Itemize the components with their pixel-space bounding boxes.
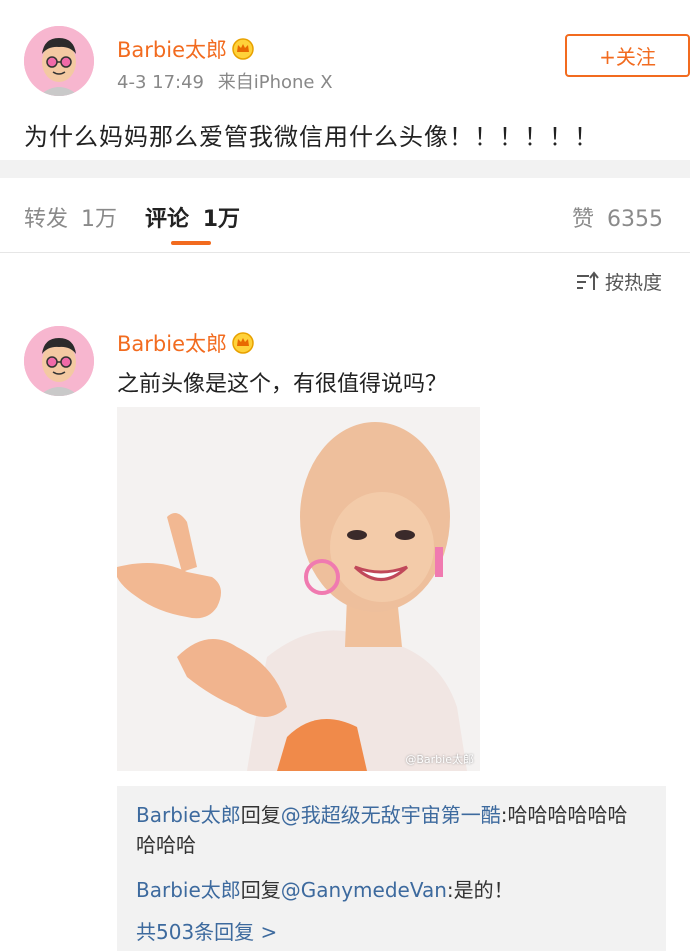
comment-author-name[interactable]: Barbie太郎 <box>117 328 254 358</box>
sort-by-hot-button[interactable]: 按热度 <box>575 268 662 295</box>
comment-text: 之前头像是这个，有很值得说吗？ <box>117 372 448 397</box>
post-author-name-text[interactable]: Barbie太郎 <box>117 38 227 62</box>
tab-comments-count: 1万 <box>202 207 240 232</box>
vip-crown-icon <box>232 38 254 60</box>
post-body-text: 为什么妈妈那么爱管我微信用什么头像！！！！！！ <box>24 123 599 151</box>
sort-icon <box>577 270 599 290</box>
reply-mention-link[interactable]: @GanymedeVan <box>281 878 447 902</box>
tab-reposts-count: 1万 <box>81 207 118 232</box>
post-author-avatar[interactable] <box>24 26 94 96</box>
view-all-replies-link[interactable]: 共503条回复 > <box>136 916 277 945</box>
post-author-name[interactable]: Barbie太郎 <box>117 34 254 64</box>
photo-bald-woman-pointing-image <box>117 407 480 771</box>
reply-mention-link[interactable]: @我超级无敌宇宙第一酷 <box>281 803 501 827</box>
active-tab-indicator <box>171 241 211 245</box>
sort-label: 按热度 <box>605 272 663 294</box>
tab-likes[interactable]: 赞 6355 <box>572 201 663 233</box>
tab-likes-count: 6355 <box>607 207 664 232</box>
image-watermark: @Barbie太郎 <box>405 753 474 766</box>
comment-image[interactable]: @Barbie太郎 <box>117 407 480 771</box>
cartoon-face-avatar-icon <box>24 26 94 96</box>
comment-author-name-text[interactable]: Barbie太郎 <box>117 332 227 356</box>
tab-reposts-label: 转发 <box>24 207 69 232</box>
post-timestamp: 4-3 17:49 <box>117 72 204 93</box>
reply-item[interactable]: Barbie太郎回复@GanymedeVan:是的！ <box>136 875 646 905</box>
reply-verb: 回复 <box>240 878 281 902</box>
tab-comments[interactable]: 评论 1万 <box>145 201 240 233</box>
reply-text: :是的！ <box>446 878 514 902</box>
reply-author[interactable]: Barbie太郎 <box>136 878 241 902</box>
replies-box: Barbie太郎回复@我超级无敌宇宙第一酷:哈哈哈哈哈哈哈哈哈 Barbie太郎… <box>117 786 666 951</box>
reply-verb: 回复 <box>240 803 281 827</box>
tabs-divider <box>0 252 690 253</box>
comment-author-avatar[interactable] <box>24 326 94 396</box>
cartoon-face-avatar-icon <box>24 326 94 396</box>
section-divider <box>0 160 690 178</box>
vip-crown-icon <box>232 332 254 354</box>
tab-likes-label: 赞 <box>572 207 595 232</box>
post-meta: 4-3 17:49 来自iPhone X <box>117 68 333 94</box>
post-source[interactable]: 来自iPhone X <box>218 72 333 93</box>
reply-item[interactable]: Barbie太郎回复@我超级无敌宇宙第一酷:哈哈哈哈哈哈哈哈哈 <box>136 800 646 860</box>
reply-author[interactable]: Barbie太郎 <box>136 803 241 827</box>
follow-button[interactable]: +关注 <box>565 34 690 77</box>
tab-reposts[interactable]: 转发 1万 <box>24 201 117 233</box>
tab-comments-label: 评论 <box>145 207 190 232</box>
